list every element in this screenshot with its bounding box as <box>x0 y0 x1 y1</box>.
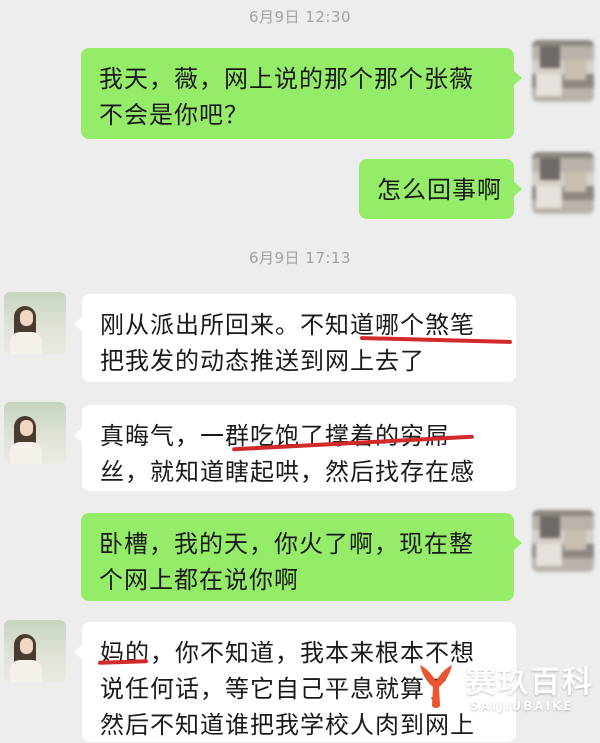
message-bubble-sent[interactable]: 卧槽，我的天，你火了啊，现在整 个网上都在说你啊 <box>81 513 522 601</box>
message-bubble-received[interactable]: 真晦气，一群吃饱了撑着的穷屌 丝，就知道瞎起哄，然后找存在感 <box>74 405 516 491</box>
message-text: 丝，就知道瞎起哄，然后找存在感 <box>100 458 475 486</box>
watermark-subtitle: SAIJIUBAIKE <box>470 699 574 713</box>
message-bubble-sent[interactable]: 我天，薇，网上说的那个那个张薇 不会是你吧？ <box>81 48 522 139</box>
avatar[interactable] <box>4 292 66 354</box>
message-text: 我天，薇，网上说的那个那个张薇 <box>99 65 474 93</box>
message-text: 卧槽，我的天，你火了啊，现在整 <box>99 530 474 558</box>
watermark-logo: 赛玖百科 SAIJIUBAIKE <box>410 645 600 727</box>
message-text: 把我发的动态推送到网上去了 <box>100 347 425 375</box>
whale-tail-icon <box>420 665 452 708</box>
message-text: 怎么回事啊 <box>377 176 502 204</box>
avatar[interactable] <box>4 402 66 464</box>
timestamp: 6月9日 12:30 <box>248 8 352 26</box>
message-bubble-sent[interactable]: 怎么回事啊 <box>359 159 522 219</box>
message-text: 不会是你吧？ <box>99 101 249 129</box>
message-text: 个网上都在说你啊 <box>99 566 299 594</box>
avatar[interactable] <box>532 510 594 572</box>
avatar[interactable] <box>532 152 594 214</box>
watermark-title: 赛玖百科 <box>466 665 594 700</box>
avatar[interactable] <box>532 40 594 102</box>
avatar[interactable] <box>4 620 66 682</box>
timestamp: 6月9日 17:13 <box>248 249 352 267</box>
